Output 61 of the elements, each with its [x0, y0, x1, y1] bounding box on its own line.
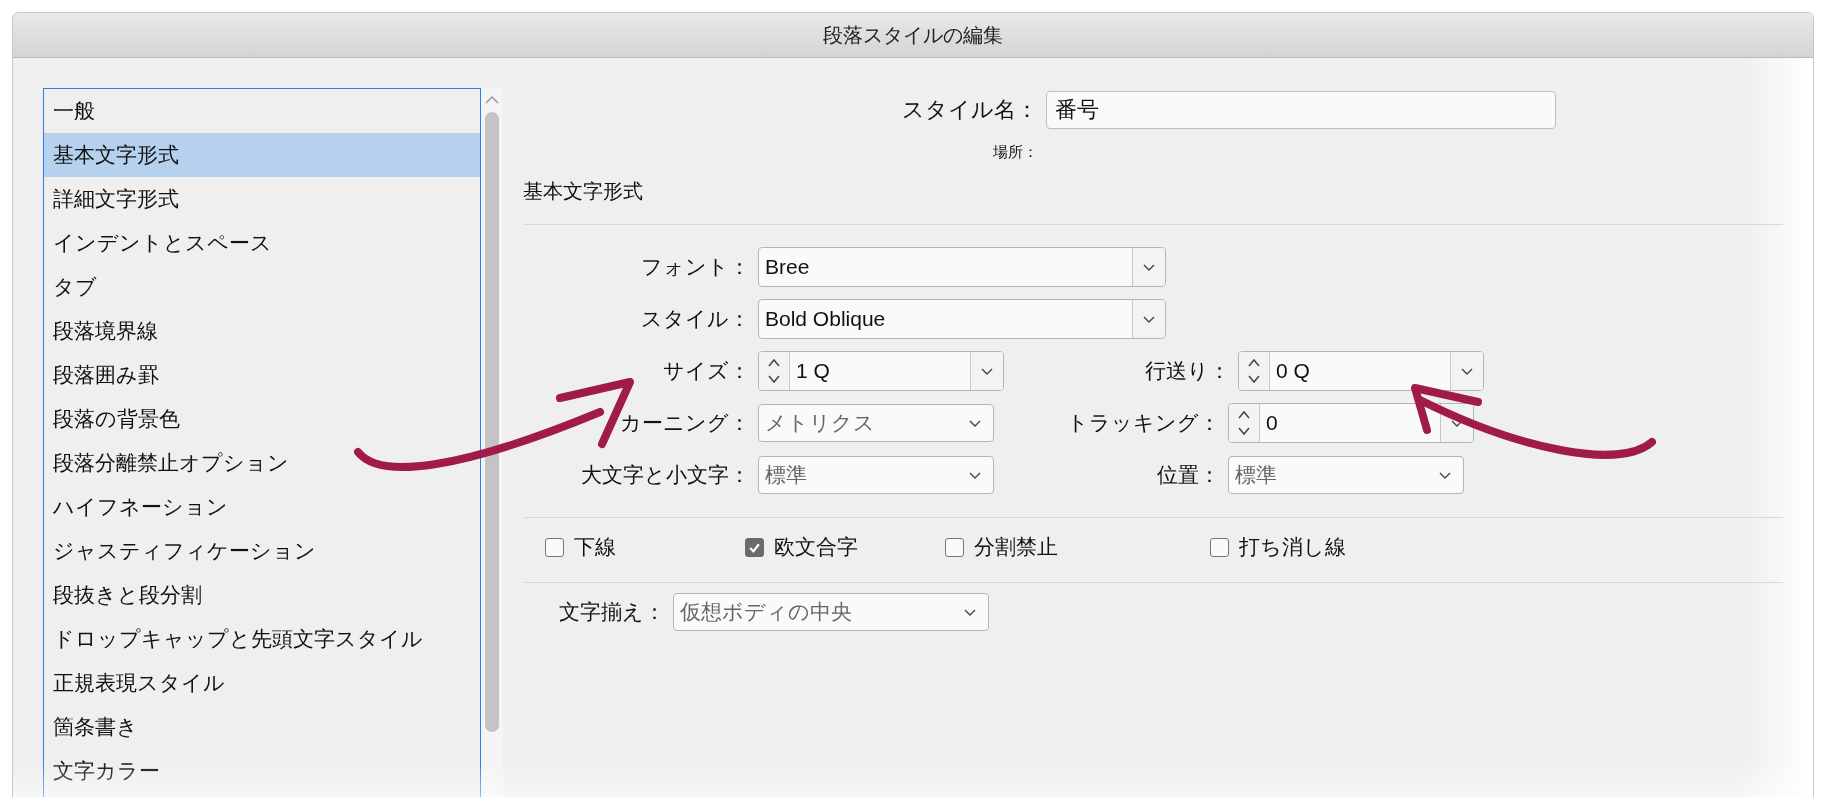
category-item[interactable]: 文字カラー: [44, 749, 480, 793]
checkbox-label: 分割禁止: [974, 534, 1058, 560]
chevron-down-icon: [969, 471, 981, 479]
field-label: フォント：: [640, 254, 751, 280]
field-label: スタイル名：: [901, 96, 1038, 124]
stepper-field[interactable]: 0 Q: [1238, 351, 1484, 391]
chevron-down-icon: [969, 419, 981, 427]
stepper-arrows-icon[interactable]: [1237, 408, 1251, 438]
field-label: トラッキング：: [1066, 410, 1221, 436]
window-title: 段落スタイルの編集: [823, 22, 1003, 48]
stepper-arrows-icon[interactable]: [1247, 356, 1261, 386]
category-item[interactable]: 正規表現スタイル: [44, 661, 480, 705]
checkbox[interactable]: [745, 537, 764, 557]
category-item[interactable]: ハイフネーション: [44, 485, 480, 529]
field-label: 文字揃え：: [559, 599, 666, 625]
category-item[interactable]: タブ: [44, 265, 480, 309]
font-combo-box[interactable]: Bold Oblique: [758, 299, 1166, 339]
scrollbar-thumb[interactable]: [485, 112, 499, 732]
checkbox[interactable]: [945, 537, 964, 557]
field-label: 大文字と小文字：: [580, 462, 751, 488]
stepper-field[interactable]: 1 Q: [758, 351, 1004, 391]
checkbox[interactable]: [545, 537, 564, 557]
category-item[interactable]: 基本文字形式: [44, 133, 480, 177]
category-item[interactable]: ジャスティフィケーション: [44, 529, 480, 573]
dropdown[interactable]: メトリクス: [758, 404, 994, 442]
checkbox-label: 打ち消し線: [1239, 534, 1346, 560]
dropdown[interactable]: 標準: [758, 456, 994, 494]
category-item[interactable]: 段落分離禁止オプション: [44, 441, 480, 485]
font-combo-box[interactable]: Bree: [758, 247, 1166, 287]
chevron-down-icon: [964, 608, 976, 616]
chevron-down-icon: [1143, 263, 1155, 271]
checkbox-label: 欧文合字: [774, 534, 858, 560]
category-item[interactable]: 段落の背景色: [44, 397, 480, 441]
chevron-down-icon: [981, 367, 993, 375]
category-item[interactable]: 段抜きと段分割: [44, 573, 480, 617]
field-label: スタイル：: [640, 306, 751, 332]
dropdown[interactable]: 仮想ボディの中央: [673, 593, 989, 631]
category-item[interactable]: インデントとスペース: [44, 221, 480, 265]
field-label: 行送り：: [1144, 358, 1231, 384]
checkbox[interactable]: [1210, 537, 1229, 557]
category-item[interactable]: 一般: [44, 89, 480, 133]
category-item[interactable]: 段落囲み罫: [44, 353, 480, 397]
section-title: 基本文字形式: [523, 179, 644, 204]
field-label: 位置：: [1156, 462, 1221, 488]
stepper-arrows-icon[interactable]: [767, 356, 781, 386]
stepper-field[interactable]: 0: [1228, 403, 1474, 443]
dropdown[interactable]: 標準: [1228, 456, 1464, 494]
chevron-down-icon: [1451, 419, 1463, 427]
field-label: カーニング：: [619, 410, 751, 436]
style-name-field[interactable]: 番号: [1046, 91, 1556, 129]
checkbox-label: 下線: [574, 534, 616, 560]
category-item[interactable]: 段落境界線: [44, 309, 480, 353]
category-item[interactable]: 箇条書き: [44, 705, 480, 749]
chevron-down-icon: [1439, 471, 1451, 479]
category-item[interactable]: ドロップキャップと先頭文字スタイル: [44, 617, 480, 661]
scroll-up-icon[interactable]: [485, 96, 499, 104]
location-label: 場所：: [992, 142, 1038, 162]
chevron-down-icon: [1143, 315, 1155, 323]
chevron-down-icon: [1461, 367, 1473, 375]
category-item[interactable]: 詳細文字形式: [44, 177, 480, 221]
field-label: サイズ：: [662, 358, 751, 384]
